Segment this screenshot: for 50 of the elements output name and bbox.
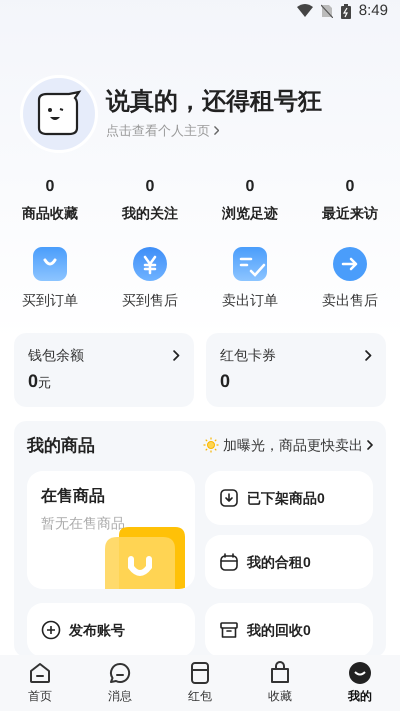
shortcut-label[interactable]: 卖出订单 [222,290,278,310]
balance-card[interactable]: 红包卡券 0 [206,332,386,406]
card-value: 0 [220,370,232,392]
nav-tab[interactable]: 收藏 [240,655,320,711]
user-name: 说真的，还得租号狂 [106,86,322,117]
nav-tab[interactable]: 首页 [0,655,80,711]
nav-tab[interactable]: 红包 [160,655,240,711]
chevron-icon [365,350,372,360]
chevron-icon [214,126,220,135]
yen-icon [132,246,168,282]
nav-tab[interactable]: 我的 [320,655,400,711]
avatar-icon [348,661,372,685]
card-value: 0元 [28,370,52,392]
wallet-icon [188,661,212,685]
sun-icon [203,437,219,454]
shortcut-label[interactable]: 买到售后 [122,290,178,310]
stat-item[interactable]: 0 浏览足迹 [200,174,300,224]
wifi-icon [296,4,313,18]
checklist-icon [232,246,268,282]
promo-link[interactable]: 加曝光，商品更快卖出 [203,434,373,456]
no-sim-icon [320,4,333,18]
nav-tab[interactable]: 消息 [80,655,160,711]
goods-item[interactable]: 我的回收0 [205,603,373,655]
bag-icon [32,246,68,282]
chevron-icon [173,350,180,360]
goods-item[interactable]: 我的合租0 [205,535,373,589]
stat-item[interactable]: 0 最近来访 [300,174,400,224]
chat-bubble-icon [108,661,132,685]
download-icon [219,488,239,508]
card-title: 在售商品 [41,486,106,507]
goods-item[interactable]: 已下架商品0 [205,471,373,525]
shopping-bag-icon [268,661,292,685]
chevron-icon [367,440,373,450]
on-sale-card[interactable]: 在售商品 暂无在售商品 [27,471,195,589]
publish-button[interactable]: 发布账号 [27,603,195,655]
archive-box-icon [219,620,239,640]
card-title: 红包卡券 [220,346,276,364]
plus-circle-icon [41,620,61,640]
battery-icon [340,4,351,19]
balance-card[interactable]: 钱包余额 0元 [14,332,194,406]
home-icon [28,661,52,685]
stat-item[interactable]: 0 我的关注 [100,174,200,224]
calendar-icon [219,552,239,572]
empty-hint: 暂无在售商品 [41,514,126,533]
shortcut-label[interactable]: 卖出售后 [322,290,378,310]
stat-item[interactable]: 0 商品收藏 [0,174,100,224]
shortcut-label[interactable]: 买到订单 [22,290,78,310]
card-title: 钱包余额 [28,346,84,364]
section-title: 我的商品 [27,434,95,456]
clock-time: 8:49 [358,1,388,21]
